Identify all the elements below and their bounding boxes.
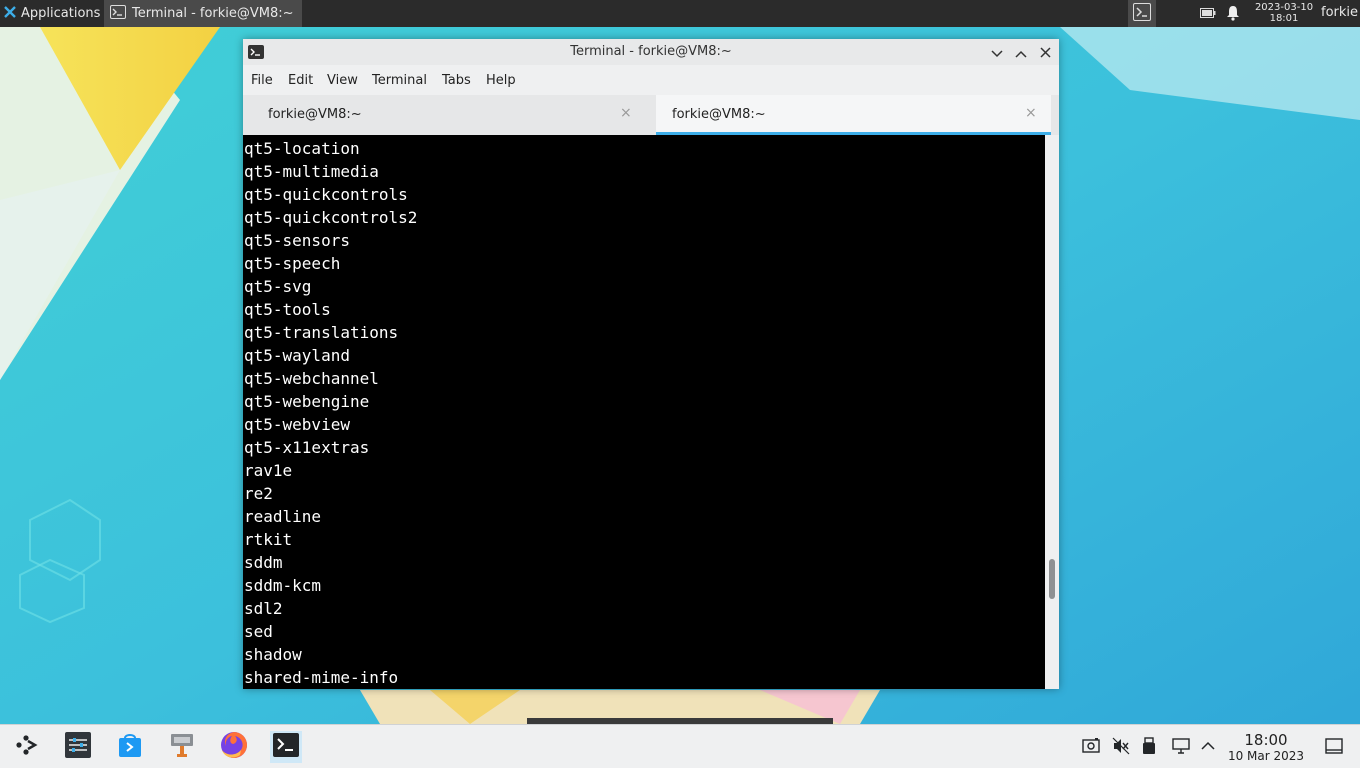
discover-store-icon <box>116 731 144 763</box>
system-settings-button[interactable] <box>62 731 94 763</box>
usb-icon[interactable] <box>1142 737 1156 759</box>
terminal-line: qt5-webview <box>244 415 350 434</box>
terminal-line: qt5-sensors <box>244 231 350 250</box>
terminal-line: qt5-svg <box>244 277 312 296</box>
firefox-icon <box>219 730 249 764</box>
terminal-icon <box>110 4 126 23</box>
terminal-line: qt5-webengine <box>244 392 370 411</box>
applications-label: Applications <box>21 6 101 21</box>
terminal-icon <box>273 733 299 761</box>
terminal-line: sddm <box>244 553 283 572</box>
tab-2[interactable]: forkie@VM8:~ × <box>656 95 1051 135</box>
notifications-bell-icon[interactable] <box>1226 5 1240 25</box>
system-settings-icon <box>64 731 92 763</box>
xfce-logo-icon <box>3 5 17 23</box>
terminal-output[interactable]: qt5-location qt5-multimedia qt5-quickcontr… <box>243 135 1045 689</box>
scrollbar-thumb[interactable] <box>1049 559 1055 599</box>
bottom-panel-date: 10 Mar 2023 <box>1227 749 1305 763</box>
terminal-line: qt5-speech <box>244 254 341 273</box>
top-panel-time: 18:01 <box>1269 13 1299 24</box>
terminal-line: readline <box>244 507 322 526</box>
terminal-line: rtkit <box>244 530 293 549</box>
file-manager-button[interactable] <box>166 731 198 763</box>
terminal-line: qt5-quickcontrols <box>244 185 408 204</box>
file-manager-icon <box>168 731 196 763</box>
applications-menu-button[interactable]: Applications <box>0 0 104 27</box>
terminal-line: re2 <box>244 484 273 503</box>
menubar: File Edit View Terminal Tabs Help <box>243 68 1059 92</box>
tab-label: forkie@VM8:~ <box>672 107 766 122</box>
terminal-line: qt5-tools <box>244 300 331 319</box>
menu-view[interactable]: View <box>327 73 358 88</box>
volume-muted-icon[interactable] <box>1112 737 1130 759</box>
terminal-line: sdl2 <box>244 599 283 618</box>
discover-store-button[interactable] <box>114 731 146 763</box>
network-icon[interactable] <box>1172 737 1190 759</box>
terminal-line: qt5-translations <box>244 323 399 342</box>
firefox-button[interactable] <box>218 731 250 763</box>
terminal-line: sddm-kcm <box>244 576 322 595</box>
maximize-button[interactable] <box>1012 43 1030 61</box>
terminal-line: qt5-location <box>244 139 360 158</box>
tab-bar: forkie@VM8:~ × forkie@VM8:~ × <box>243 95 1059 135</box>
window-titlebar[interactable]: Terminal - forkie@VM8:~ <box>243 39 1059 65</box>
menu-edit[interactable]: Edit <box>288 73 313 88</box>
tab-close-icon[interactable]: × <box>1025 105 1037 121</box>
user-menu[interactable]: forkie <box>1321 5 1358 20</box>
terminal-line: qt5-x11extras <box>244 438 370 457</box>
chevron-up-icon <box>1015 43 1027 62</box>
terminal-window: Terminal - forkie@VM8:~ File Edit View T… <box>243 39 1059 689</box>
terminal-line: shared-mime-info <box>244 668 399 687</box>
top-panel-date: 2023-03-10 <box>1254 2 1314 13</box>
terminal-line: qt5-webchannel <box>244 369 379 388</box>
show-desktop-icon[interactable] <box>1325 737 1343 759</box>
terminal-line: qt5-multimedia <box>244 162 379 181</box>
bottom-panel: 18:00 10 Mar 2023 <box>0 724 1360 768</box>
window-title: Terminal - forkie@VM8:~ <box>570 44 732 59</box>
top-panel-clock[interactable]: 2023-03-10 18:01 <box>1254 2 1314 24</box>
bottom-panel-clock[interactable]: 18:00 10 Mar 2023 <box>1224 731 1308 764</box>
taskbar-window-terminal[interactable]: Terminal - forkie@VM8:~ <box>104 0 302 27</box>
menu-terminal[interactable]: Terminal <box>372 73 427 88</box>
menu-file[interactable]: File <box>251 73 273 88</box>
terminal-line: sed <box>244 622 273 641</box>
close-icon <box>1039 43 1051 62</box>
close-button[interactable] <box>1036 43 1054 61</box>
minimize-button[interactable] <box>988 43 1006 61</box>
menu-tabs[interactable]: Tabs <box>442 73 471 88</box>
tab-label: forkie@VM8:~ <box>268 107 362 122</box>
top-panel: Applications Terminal - forkie@VM8:~ 202… <box>0 0 1360 27</box>
terminal-taskbar-button[interactable] <box>270 731 302 763</box>
battery-icon[interactable] <box>1200 6 1216 24</box>
taskbar-window-label: Terminal - forkie@VM8:~ <box>132 6 294 21</box>
chevron-down-icon <box>991 43 1003 62</box>
screenshot-icon[interactable] <box>1082 737 1100 759</box>
terminal-scrollbar[interactable] <box>1045 135 1059 689</box>
menu-help[interactable]: Help <box>486 73 516 88</box>
tab-1[interactable]: forkie@VM8:~ × <box>243 95 649 135</box>
tab-close-icon[interactable]: × <box>620 105 632 121</box>
terminal-line: rav1e <box>244 461 293 480</box>
bottom-panel-time: 18:00 <box>1244 731 1288 749</box>
expand-tray-icon[interactable] <box>1201 737 1215 759</box>
terminal-line: qt5-quickcontrols2 <box>244 208 418 227</box>
terminal-icon <box>1133 2 1151 25</box>
app-launcher-button[interactable] <box>10 731 42 763</box>
terminal-line: shadow <box>244 645 302 664</box>
app-launcher-icon <box>13 732 39 762</box>
terminal-line: qt5-wayland <box>244 346 350 365</box>
terminal-tray-button[interactable] <box>1128 0 1156 27</box>
